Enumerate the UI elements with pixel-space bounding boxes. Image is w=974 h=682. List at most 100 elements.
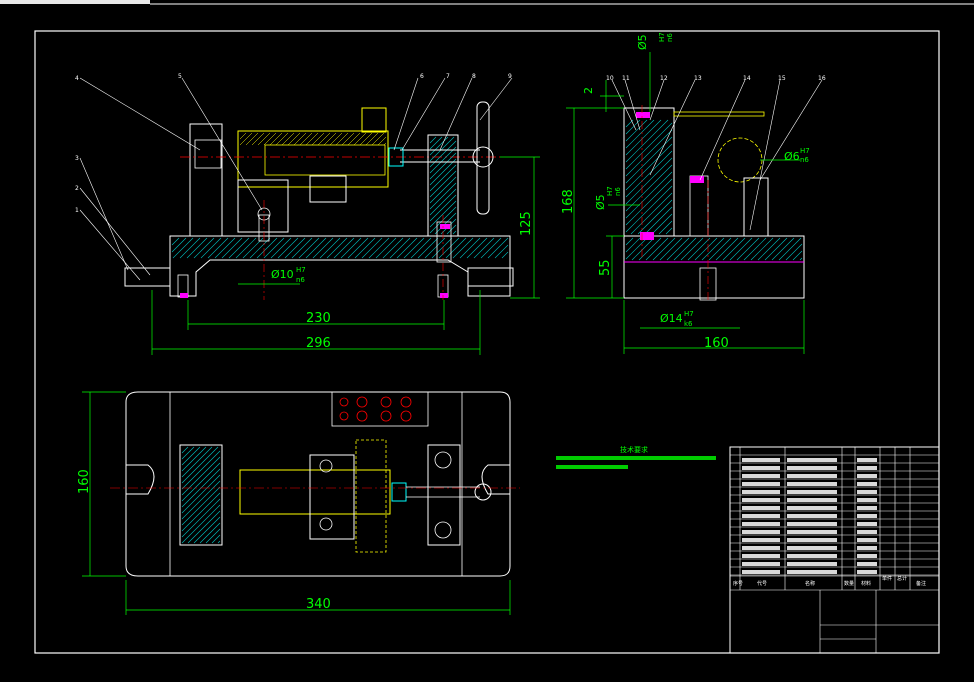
dia-5b-tol-lower: n6 <box>614 187 622 196</box>
hdr-remark: 备注 <box>916 580 926 587</box>
parts-text-bar <box>857 522 877 526</box>
parts-text-bar <box>742 506 780 510</box>
dia-5a: Ø5 <box>636 34 649 50</box>
parts-text-bar <box>857 538 877 542</box>
balloon-5: 5 <box>178 73 182 80</box>
dim-230: 230 <box>306 311 331 326</box>
parts-text-bar <box>742 562 780 566</box>
parts-text-bar <box>857 466 877 470</box>
dim-55: 55 <box>598 259 613 276</box>
dia-10-tol-upper: H7 <box>296 266 306 274</box>
title-bar-strip <box>0 0 150 4</box>
parts-text-bar <box>787 538 837 542</box>
dim-340: 340 <box>306 597 331 612</box>
bolt-marker-left <box>180 293 188 298</box>
parts-text-bar <box>857 498 877 502</box>
dia-6-tol-lower: n6 <box>800 156 809 164</box>
bore-cavity <box>264 144 386 176</box>
hdr-qty: 数量 <box>844 580 854 587</box>
balloon-13: 13 <box>694 75 702 82</box>
parts-text-bar <box>787 498 837 502</box>
notes-line-1 <box>556 456 716 460</box>
dia-5a-tol-upper: H7 <box>658 32 666 42</box>
parts-text-bar <box>857 570 877 574</box>
balloon-9: 9 <box>508 73 512 80</box>
notes-title: 技术要求 <box>620 445 648 454</box>
bolt-marker-right <box>440 293 448 298</box>
parts-text-bar <box>742 482 780 486</box>
parts-text-bar <box>742 514 780 518</box>
parts-text-bar <box>857 474 877 478</box>
dim-296: 296 <box>306 336 331 351</box>
balloon-2: 2 <box>75 185 79 192</box>
dia-14-tol-upper: H7 <box>684 310 694 318</box>
parts-text-bar <box>787 490 837 494</box>
parts-text-bar <box>742 546 780 550</box>
parts-text-bar <box>787 482 837 486</box>
parts-text-bar <box>857 490 877 494</box>
parts-text-bar <box>857 562 877 566</box>
parts-text-bar <box>857 554 877 558</box>
balloon-10: 10 <box>606 75 614 82</box>
balloon-15: 15 <box>778 75 786 82</box>
balloon-8: 8 <box>472 73 476 80</box>
parts-text-bar <box>742 458 780 462</box>
dia-5b-tol-upper: H7 <box>606 186 614 196</box>
balloon-1: 1 <box>75 207 79 214</box>
parts-text-bar <box>742 570 780 574</box>
parts-text-bar <box>787 506 837 510</box>
parts-text-bar <box>857 514 877 518</box>
parts-text-bar <box>742 466 780 470</box>
hdr-code: 代号 <box>757 580 767 587</box>
balloon-14: 14 <box>743 75 751 82</box>
dim-2: 2 <box>582 87 595 94</box>
hdr-name: 名称 <box>805 580 815 587</box>
parts-text-bar <box>742 498 780 502</box>
side-top-marker <box>636 112 650 118</box>
hdr-total: 总计 <box>897 575 907 582</box>
hdr-material: 材料 <box>861 580 871 587</box>
parts-text-bar <box>787 562 837 566</box>
dia-14: Ø14 <box>660 312 683 325</box>
parts-text-bar <box>787 530 837 534</box>
hdr-no: 序号 <box>733 580 743 587</box>
parts-text-bar <box>787 514 837 518</box>
parts-text-bar <box>857 506 877 510</box>
dim-160-top: 160 <box>77 469 92 494</box>
balloon-11: 11 <box>622 75 630 82</box>
parts-text-bar <box>787 458 837 462</box>
parts-text-bar <box>787 474 837 478</box>
balloon-12: 12 <box>660 75 668 82</box>
dia-14-tol-lower: k6 <box>684 320 693 328</box>
parts-text-bar <box>857 546 877 550</box>
dia-5a-tol-lower: n6 <box>666 33 674 42</box>
parts-text-bar <box>742 554 780 558</box>
dim-168: 168 <box>561 189 576 214</box>
dim-160-side: 160 <box>704 336 729 351</box>
parts-text-bar <box>742 522 780 526</box>
parts-text-bar <box>742 530 780 534</box>
parts-text-bar <box>787 554 837 558</box>
balloon-7: 7 <box>446 73 450 80</box>
side-pin-marker <box>690 176 704 183</box>
parts-text-bar <box>742 538 780 542</box>
dia-10: Ø10 <box>271 268 294 281</box>
dia-10-tol-lower: n6 <box>296 276 305 284</box>
parts-text-bar <box>787 522 837 526</box>
balloon-3: 3 <box>75 155 79 162</box>
background <box>0 0 974 682</box>
balloon-6: 6 <box>420 73 424 80</box>
parts-text-bar <box>742 490 780 494</box>
parts-text-bar <box>857 458 877 462</box>
bolt-marker-top <box>440 224 450 229</box>
parts-text-bar <box>787 570 837 574</box>
cad-drawing: 4 3 2 1 5 6 7 8 9 230 296 125 Ø10 H7 n6 <box>0 0 974 682</box>
parts-text-bar <box>787 466 837 470</box>
notes-line-2 <box>556 465 628 469</box>
dia-6-tol-upper: H7 <box>800 147 810 155</box>
balloon-4: 4 <box>75 75 79 82</box>
parts-text-bar <box>742 474 780 478</box>
dim-125: 125 <box>519 211 534 236</box>
balloon-16: 16 <box>818 75 826 82</box>
hdr-unit: 单件 <box>882 575 892 582</box>
